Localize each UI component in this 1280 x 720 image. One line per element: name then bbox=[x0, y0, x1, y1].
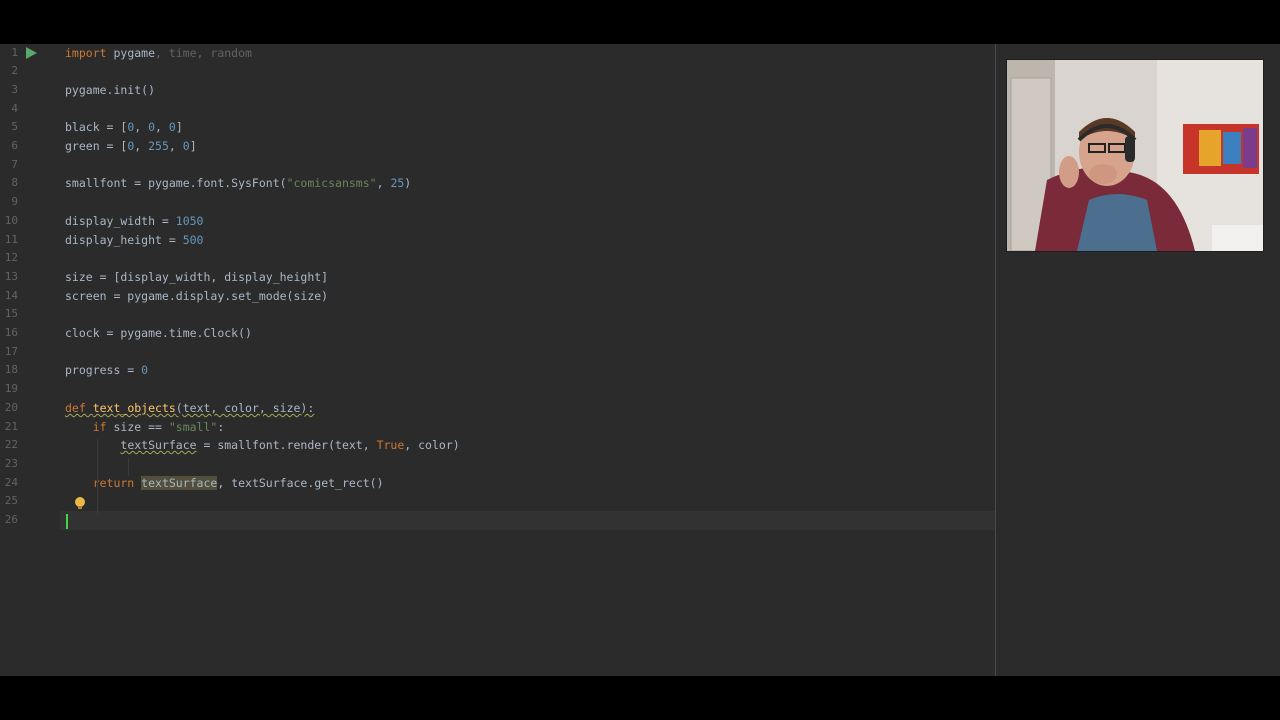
code-token: = smallfont.render(text, bbox=[196, 438, 377, 453]
line-number: 9 bbox=[11, 195, 18, 209]
line-number: 8 bbox=[11, 176, 18, 190]
line-number: 1 bbox=[11, 45, 18, 59]
code-token: 1050 bbox=[175, 213, 204, 228]
code-line[interactable]: def text_objects(text, color, size): bbox=[65, 399, 314, 418]
code-line[interactable]: if size == "small": bbox=[65, 418, 225, 437]
code-area[interactable]: import pygame, time, random pygame.init()… bbox=[60, 44, 995, 676]
code-line[interactable]: screen = pygame.display.set_mode(size) bbox=[65, 287, 328, 306]
code-line[interactable]: textSurface = smallfont.render(text, Tru… bbox=[65, 436, 460, 455]
code-token: ) bbox=[404, 176, 412, 191]
code-token: , textSurface.get_rect() bbox=[217, 475, 384, 490]
code-token: def bbox=[65, 400, 93, 415]
lightbulb-icon[interactable] bbox=[75, 497, 85, 509]
run-triangle-icon[interactable] bbox=[26, 47, 37, 59]
code-token: , bbox=[376, 176, 391, 191]
line-number: 14 bbox=[4, 288, 18, 302]
code-token: , color) bbox=[404, 438, 460, 453]
code-token: pygame bbox=[113, 45, 156, 60]
code-token: 0 bbox=[168, 120, 176, 135]
code-token: clock = pygame.time.Clock() bbox=[65, 326, 252, 340]
line-number: 11 bbox=[4, 232, 18, 246]
code-token: 25 bbox=[390, 176, 405, 191]
code-token: screen = pygame.display.set_mode(size) bbox=[65, 288, 329, 303]
line-number: 25 bbox=[4, 494, 18, 508]
webcam-video-frame bbox=[1007, 60, 1263, 251]
line-number: 15 bbox=[4, 307, 18, 321]
code-token: display_height = bbox=[65, 232, 183, 247]
line-number: 12 bbox=[4, 251, 18, 265]
code-token: import bbox=[65, 45, 114, 60]
line-number-gutter: 1 2 3 4 5 6 7 8 9 10 11 12 13 14 15 16 17 18 19 20 21 22 23 24 2… bbox=[0, 44, 60, 676]
line-number: 4 bbox=[11, 101, 18, 115]
code-token: 500 bbox=[182, 232, 204, 247]
code-token: pygame.init() bbox=[65, 82, 156, 97]
line-number: 23 bbox=[4, 456, 18, 470]
line-number: 6 bbox=[11, 139, 18, 152]
code-token: return bbox=[65, 475, 142, 490]
code-line[interactable]: return textSurface, textSurface.get_rect… bbox=[65, 474, 384, 493]
indent-guide bbox=[128, 458, 129, 476]
code-line[interactable]: black = [0, 0, 0] bbox=[65, 118, 183, 137]
code-token: textSurface bbox=[120, 438, 197, 453]
indent-guide bbox=[97, 439, 98, 514]
line-number: 7 bbox=[11, 157, 18, 171]
code-token: smallfont = pygame.font.SysFont( bbox=[65, 176, 287, 191]
code-token: size == bbox=[113, 419, 169, 434]
code-line[interactable]: size = [display_width, display_height] bbox=[65, 268, 328, 287]
code-token: textSurface bbox=[141, 475, 218, 490]
code-token: , bbox=[134, 120, 149, 135]
code-line[interactable]: green = [0, 255, 0] bbox=[65, 137, 197, 156]
webcam-overlay bbox=[1006, 59, 1264, 252]
code-token: : bbox=[217, 419, 225, 434]
code-token: , bbox=[155, 120, 169, 135]
line-number: 20 bbox=[4, 400, 18, 414]
code-line[interactable]: progress = 0 bbox=[65, 361, 148, 380]
code-token: True bbox=[376, 438, 405, 453]
code-line[interactable]: display_width = 1050 bbox=[65, 212, 203, 231]
code-token: display_width = bbox=[65, 213, 176, 228]
code-token: black = [ bbox=[65, 120, 128, 135]
code-token: size = [display_width, display_height] bbox=[65, 269, 329, 284]
code-token: green = [ bbox=[65, 139, 128, 153]
line-number: 18 bbox=[4, 363, 18, 377]
code-token: , time, random bbox=[155, 45, 252, 60]
line-number: 10 bbox=[4, 213, 18, 227]
code-token: 0 bbox=[141, 363, 149, 378]
line-number: 24 bbox=[4, 475, 18, 489]
code-token: , bbox=[168, 139, 183, 153]
code-token: ] bbox=[189, 139, 197, 153]
code-token: progress = bbox=[65, 363, 142, 378]
line-number: 21 bbox=[4, 419, 18, 433]
code-line[interactable]: smallfont = pygame.font.SysFont("comicsa… bbox=[65, 174, 411, 193]
line-number: 5 bbox=[11, 120, 18, 134]
right-margin-guide bbox=[995, 44, 996, 676]
line-number: 19 bbox=[4, 382, 18, 396]
line-number: 16 bbox=[4, 326, 18, 339]
code-token: text_objects bbox=[92, 400, 176, 415]
code-token: "small" bbox=[168, 419, 218, 434]
code-token: "comicsansms" bbox=[286, 176, 377, 191]
code-token: 255 bbox=[148, 139, 169, 153]
line-number: 26 bbox=[4, 513, 18, 526]
line-number: 13 bbox=[4, 269, 18, 283]
line-number: 2 bbox=[11, 64, 18, 78]
line-number: 3 bbox=[11, 82, 18, 96]
text-caret bbox=[66, 514, 68, 529]
code-token: , bbox=[134, 139, 149, 153]
code-line[interactable]: pygame.init() bbox=[65, 81, 155, 100]
code-token: if bbox=[65, 419, 114, 434]
code-token: ] bbox=[175, 120, 183, 135]
code-line[interactable]: import pygame, time, random bbox=[65, 44, 252, 62]
code-line[interactable]: display_height = 500 bbox=[65, 231, 203, 250]
code-token: 0 bbox=[182, 139, 190, 153]
line-number: 22 bbox=[4, 438, 18, 452]
code-token: 0 bbox=[148, 120, 156, 135]
line-number: 17 bbox=[4, 344, 18, 358]
code-token: (text, color, size): bbox=[175, 400, 315, 415]
code-line[interactable]: clock = pygame.time.Clock() bbox=[65, 324, 252, 343]
